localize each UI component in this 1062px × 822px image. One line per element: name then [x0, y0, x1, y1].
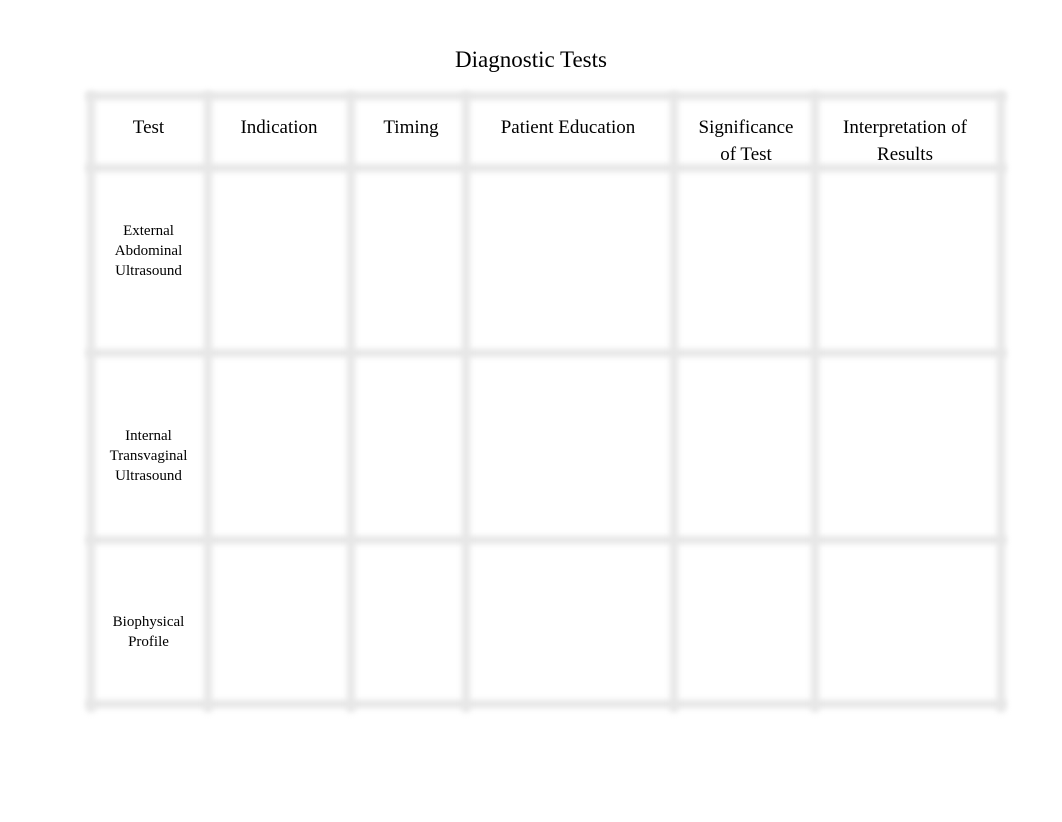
table-border-right	[997, 92, 1005, 712]
header-line: Interpretation of	[843, 117, 967, 138]
header-line: Significance	[698, 117, 794, 138]
table-border-top	[86, 92, 1006, 100]
table-column-divider	[462, 92, 470, 712]
cell-line: Abdominal	[114, 243, 183, 259]
cell-line: Internal	[125, 428, 172, 444]
cell-line: Transvaginal	[109, 448, 188, 464]
header-line: Results	[877, 144, 933, 165]
header-test: Test	[132, 117, 165, 138]
header-patient-education: Patient Education	[500, 117, 636, 138]
table-column-divider	[811, 92, 819, 712]
table-column-divider	[204, 92, 212, 712]
table-row-test-cell: External Abdominal Ultrasound	[95, 221, 202, 281]
cell-line: External	[123, 223, 174, 239]
table-row-divider	[86, 349, 1006, 357]
table-row-test-cell: Biophysical Profile	[95, 612, 202, 652]
table-border-bottom	[86, 700, 1006, 708]
header-indication: Indication	[240, 117, 318, 138]
header-interpretation: Interpretation of Results	[819, 114, 991, 168]
cell-line: Biophysical	[112, 614, 185, 630]
table-column-divider	[670, 92, 678, 712]
header-timing: Timing	[383, 117, 439, 138]
page-title: Diagnostic Tests	[455, 47, 607, 72]
header-significance: Significance of Test	[678, 114, 814, 168]
table-row-divider	[86, 536, 1006, 544]
cell-line: Ultrasound	[115, 263, 182, 279]
table-column-divider	[347, 92, 355, 712]
header-line: of Test	[720, 144, 772, 165]
table-row-test-cell: Internal Transvaginal Ultrasound	[95, 426, 202, 486]
table-border-left	[87, 92, 95, 712]
cell-line: Profile	[128, 634, 169, 650]
cell-line: Ultrasound	[115, 468, 182, 484]
